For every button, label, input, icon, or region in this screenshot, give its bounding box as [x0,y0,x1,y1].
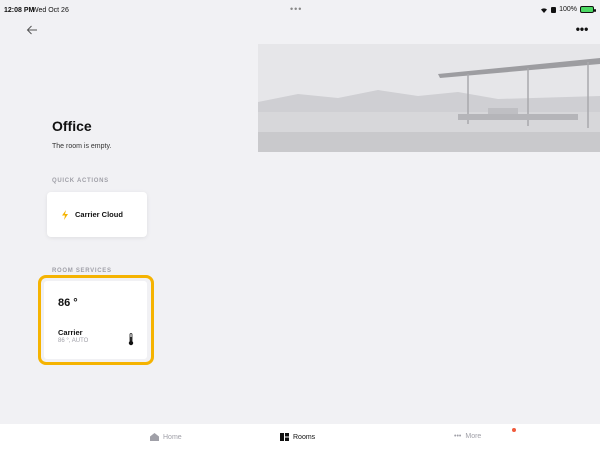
service-card-carrier[interactable]: 86 ° Carrier 86 °, AUTO [44,281,147,359]
battery-percent: 100% [559,6,577,13]
lock-icon [551,6,557,13]
hero-photo [258,44,600,152]
device-status: 86 °, AUTO [58,338,89,344]
tab-home[interactable]: Home [150,433,182,441]
more-options-button[interactable]: ••• [572,23,592,38]
wifi-icon [541,8,548,13]
battery-icon [580,6,596,13]
back-button[interactable] [26,22,44,40]
status-date: Wed Oct 26 [32,7,69,14]
temperature-value: 86 ° [58,297,78,309]
notification-badge [512,428,516,432]
status-time: 12:08 PM [4,7,35,14]
room-services-label: ROOM SERVICES [52,268,112,274]
quick-actions-label: QUICK ACTIONS [52,178,109,184]
quick-action-carrier-cloud[interactable]: Carrier Cloud [47,192,147,237]
tab-home-label: Home [163,433,182,441]
tab-rooms[interactable]: Rooms [280,433,315,441]
status-indicators: 100% [540,6,596,13]
device-name: Carrier [58,328,83,337]
arrow-left-icon [26,25,37,35]
more-icon: ••• [454,433,462,440]
rooms-icon [280,433,289,441]
home-icon [150,433,159,441]
room-title: Office [52,118,92,134]
status-bar: 12:08 PM Wed Oct 26 ••• 100% [0,0,600,22]
tab-rooms-label: Rooms [293,433,316,441]
quick-action-label: Carrier Cloud [75,210,123,219]
tab-more[interactable]: ••• More [454,433,481,440]
room-hero-image [258,44,600,152]
bolt-icon [62,209,68,220]
multitasking-dots-icon[interactable]: ••• [290,4,302,14]
thermometer-icon [128,333,134,346]
room-status: The room is empty. [52,143,112,150]
bottom-tab-bar: Home Rooms ••• More [0,424,600,449]
tab-more-label: More [465,433,482,440]
